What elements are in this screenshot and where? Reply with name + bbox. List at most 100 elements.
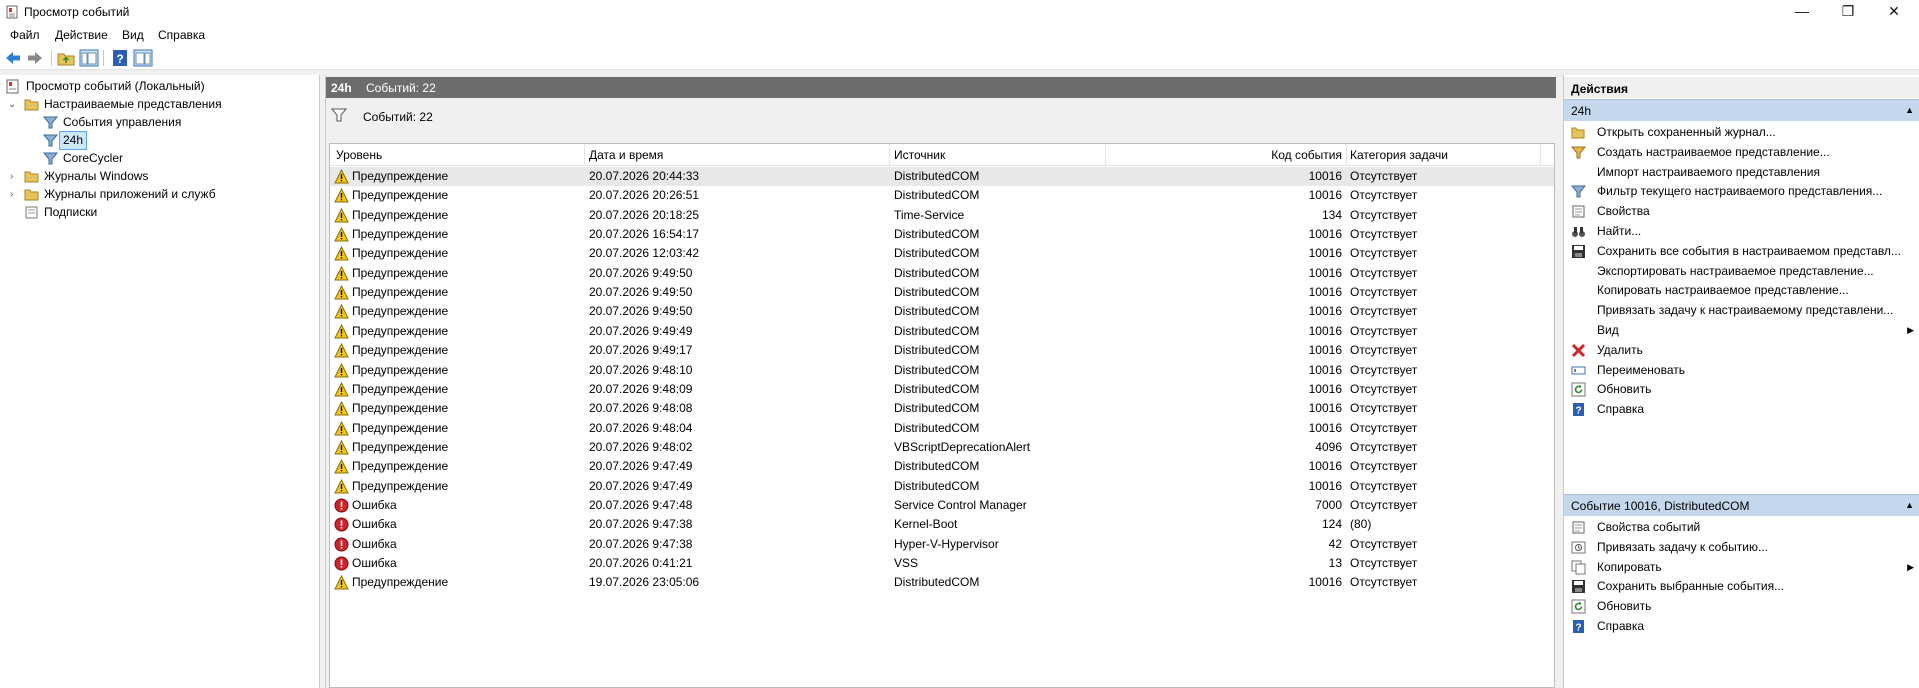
action-item[interactable]: Сохранить выбранные события... [1564,576,1919,596]
column-level[interactable]: Уровень [336,148,382,162]
collapse-icon[interactable]: ⌄ [8,96,18,113]
action-item[interactable]: Свойства событий [1564,517,1919,537]
action-label: Сохранить выбранные события... [1597,579,1785,594]
action-item[interactable]: Привязать задачу к событию... [1564,537,1919,557]
collapse-icon[interactable]: ▲ [1905,105,1914,115]
table-row[interactable]: Ошибка 20.07.2026 9:47:38 Hyper-V-Hypervis… [330,535,1554,554]
cell-event-id: 10016 [1308,459,1342,474]
cell-datetime: 20.07.2026 9:47:49 [589,478,693,493]
table-row[interactable]: Предупреждение 20.07.2026 9:49:17 Distribu… [330,341,1554,360]
action-item[interactable]: Удалить [1564,340,1919,360]
action-item[interactable]: Вид ▶ [1564,320,1919,340]
cell-datetime: 19.07.2026 23:05:06 [589,575,700,590]
menu-action[interactable]: Действие [55,28,108,42]
cell-category: Отсутствует [1350,556,1418,570]
warning-icon [334,304,349,319]
table-row[interactable]: Предупреждение 20.07.2026 20:44:33 Distrib… [330,167,1554,186]
table-row[interactable]: Предупреждение 19.07.2026 23:05:06 Distrib… [330,573,1554,592]
cell-datetime: 20.07.2026 9:48:10 [589,362,693,377]
action-item[interactable]: Привязать задачу к настраиваемому предст… [1564,300,1919,320]
table-row[interactable]: Предупреждение 20.07.2026 20:26:51 Distrib… [330,186,1554,205]
action-item[interactable]: Найти... [1564,221,1919,241]
up-folder-icon[interactable] [56,49,76,67]
action-label: Привязать задачу к настраиваемому предст… [1597,303,1894,318]
forward-icon[interactable] [25,49,45,67]
svg-text:?: ? [1575,406,1581,417]
action-item[interactable]: Обновить [1564,596,1919,616]
task-icon [1571,540,1586,555]
column-source[interactable]: Источник [894,148,945,162]
menu-file[interactable]: Файл [10,28,40,42]
collapse-icon[interactable]: ▲ [1905,500,1914,510]
table-row[interactable]: Предупреждение 20.07.2026 9:48:09 Distribu… [330,380,1554,399]
cell-datetime: 20.07.2026 9:49:17 [589,343,693,358]
tree-label: Журналы Windows [44,169,149,183]
back-icon[interactable] [3,49,23,67]
error-icon [334,556,349,571]
action-item[interactable]: ? Справка [1564,616,1919,636]
maximize-button[interactable]: ❐ [1825,0,1871,24]
action-item[interactable]: Сохранить все события в настраиваемом пр… [1564,241,1919,261]
pane-splitter[interactable] [1556,75,1563,688]
expand-icon[interactable]: › [10,168,20,185]
action-item[interactable]: ? Справка [1564,399,1919,419]
table-row[interactable]: Предупреждение 20.07.2026 9:47:49 Distribu… [330,477,1554,496]
table-row[interactable]: Предупреждение 20.07.2026 9:49:50 Distribu… [330,264,1554,283]
actions-section-event[interactable]: Событие 10016, DistributedCOM ▲ [1564,494,1919,516]
action-item[interactable]: Обновить [1564,379,1919,399]
action-label: Справка [1597,402,1645,417]
save-icon [1571,579,1586,594]
action-item[interactable]: Экспортировать настраиваемое представлен… [1564,261,1919,281]
cell-level: Предупреждение [352,343,449,358]
column-category[interactable]: Категория задачи [1350,148,1448,162]
cell-event-id: 10016 [1308,343,1342,358]
action-item[interactable]: Открыть сохраненный журнал... [1564,122,1919,142]
column-datetime[interactable]: Дата и время [589,148,663,162]
minimize-button[interactable]: — [1779,0,1825,24]
cell-level: Предупреждение [352,478,449,493]
event-list-pane: 24h Событий: 22 Событий: 22 Уровень Дата… [325,75,1558,688]
cell-source: DistributedCOM [894,169,980,183]
table-row[interactable]: Предупреждение 20.07.2026 9:48:04 Distribu… [330,419,1554,438]
close-button[interactable]: ✕ [1871,0,1917,24]
column-event-id[interactable]: Код события [1250,148,1342,162]
table-row[interactable]: Предупреждение 20.07.2026 9:47:49 Distribu… [330,457,1554,476]
tree-label: Настраиваемые представления [44,97,222,111]
cell-datetime: 20.07.2026 9:47:48 [589,497,693,512]
help-icon[interactable]: ? [110,49,130,67]
table-row[interactable]: Ошибка 20.07.2026 9:47:38 Kernel-Boot 124 (8… [330,515,1554,534]
action-item[interactable]: Фильтр текущего настраиваемого представл… [1564,181,1919,201]
cell-category: Отсутствует [1350,188,1418,203]
table-row[interactable]: Ошибка 20.07.2026 9:47:48 Service Control … [330,496,1554,515]
cell-level: Предупреждение [352,246,449,261]
action-item[interactable]: Копировать настраиваемое представление..… [1564,280,1919,300]
expand-icon[interactable]: › [10,186,20,203]
table-row[interactable]: Предупреждение 20.07.2026 9:49:49 Distribu… [330,322,1554,341]
table-row[interactable]: Предупреждение 20.07.2026 12:03:42 Distrib… [330,244,1554,263]
action-item[interactable]: Импорт настраиваемого представления [1564,162,1919,182]
menu-help[interactable]: Справка [158,28,205,42]
action-item[interactable]: Свойства [1564,201,1919,221]
menu-view[interactable]: Вид [122,28,144,42]
table-row[interactable]: Предупреждение 20.07.2026 9:48:10 Distribu… [330,361,1554,380]
table-row[interactable]: Ошибка 20.07.2026 0:41:21 VSS 13 Отсутствует [330,554,1554,573]
action-item[interactable]: Копировать ▶ [1564,557,1919,577]
show-action-pane-icon[interactable] [133,49,153,67]
subscriptions-icon [25,206,38,219]
filter-icon [331,108,347,122]
error-icon [334,517,349,532]
table-row[interactable]: Предупреждение 20.07.2026 9:49:50 Distribu… [330,283,1554,302]
action-label: Удалить [1597,342,1643,357]
table-row[interactable]: Предупреждение 20.07.2026 9:48:02 VBScript… [330,438,1554,457]
cell-datetime: 20.07.2026 16:54:17 [589,227,700,242]
cell-level: Предупреждение [352,169,449,183]
table-row[interactable]: Предупреждение 20.07.2026 20:18:25 Time-Se… [330,206,1554,225]
action-item[interactable]: Переименовать [1564,360,1919,380]
table-row[interactable]: Предупреждение 20.07.2026 9:48:08 Distribu… [330,399,1554,418]
table-row[interactable]: Предупреждение 20.07.2026 16:54:17 Distrib… [330,225,1554,244]
show-tree-icon[interactable] [79,49,99,67]
table-row[interactable]: Предупреждение 20.07.2026 9:49:50 Distribu… [330,302,1554,321]
action-item[interactable]: Создать настраиваемое представление... [1564,142,1919,162]
actions-section-view[interactable]: 24h ▲ [1564,99,1919,121]
cell-level: Предупреждение [352,265,449,280]
